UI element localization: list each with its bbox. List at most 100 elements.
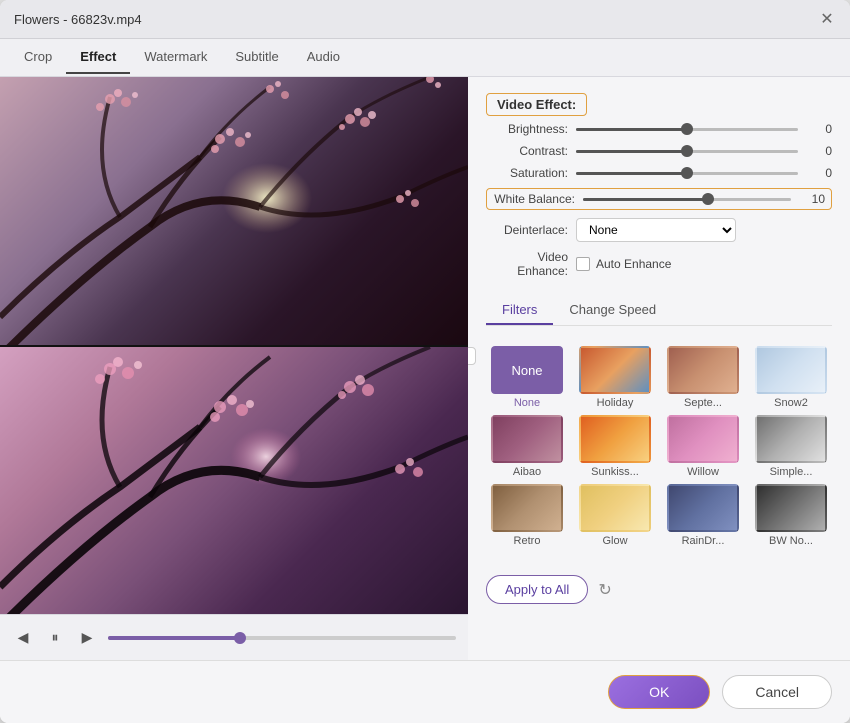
filter-glow-thumb [579,484,651,532]
contrast-label: Contrast: [486,144,576,158]
filter-willow-thumb [667,415,739,463]
filter-bwno[interactable]: BW No... [750,484,832,547]
contrast-slider[interactable] [576,150,798,153]
saturation-label: Saturation: [486,166,576,180]
filter-aibao[interactable]: Aibao [486,415,568,478]
brightness-label: Brightness: [486,122,576,136]
pause-button[interactable]: ⏸ [44,627,66,649]
progress-thumb [234,632,246,644]
enhance-label: Video Enhance: [486,250,576,278]
white-balance-row: White Balance: 10 [486,188,832,210]
white-balance-thumb [702,193,714,205]
filter-raindr-thumb [667,484,739,532]
apply-to-all-button[interactable]: Apply to All [486,575,588,604]
footer-buttons: OK Cancel [0,660,850,723]
contrast-value: 0 [804,144,832,158]
filter-snow2-thumb [755,346,827,394]
contrast-fill [576,150,687,153]
filter-holiday[interactable]: Holiday [574,346,656,409]
brightness-thumb [681,123,693,135]
title-bar: Flowers - 66823v.mp4 ✕ [0,0,850,39]
refresh-icon[interactable]: ↻ [598,580,611,600]
tab-audio[interactable]: Audio [293,41,354,74]
auto-enhance-label: Auto Enhance [596,257,671,271]
deinterlace-row: Deinterlace: None Top Field First Bottom… [486,218,832,242]
saturation-fill [576,172,687,175]
bottom-bar: Apply to All ↻ [486,575,832,604]
filter-retro-label: Retro [514,535,541,547]
white-balance-fill [583,198,708,201]
filter-none[interactable]: None None [486,346,568,409]
filter-simple-label: Simple... [770,466,813,478]
tab-effect[interactable]: Effect [66,41,130,74]
filter-sunkiss-label: Sunkiss... [591,466,639,478]
ok-button[interactable]: OK [608,675,710,709]
saturation-value: 0 [804,166,832,180]
tab-bar: Crop Effect Watermark Subtitle Audio [0,39,850,77]
white-balance-slider[interactable] [583,198,791,201]
filter-retro[interactable]: Retro [486,484,568,547]
filter-raindr-label: RainDr... [682,535,725,547]
filter-bwno-label: BW No... [769,535,813,547]
white-balance-value: 10 [797,192,825,206]
enhance-row: Video Enhance: Auto Enhance [486,250,832,278]
filter-none-thumb: None [491,346,563,394]
white-balance-label: White Balance: [493,192,583,206]
video-effect-label: Video Effect: [486,93,587,116]
prev-button[interactable]: ◀ [12,627,34,649]
video-bottom-bg [0,347,468,615]
video-top-bg [0,77,468,345]
progress-bar[interactable] [108,636,456,640]
filter-aibao-label: Aibao [513,466,541,478]
close-button[interactable]: ✕ [818,10,836,28]
filter-willow-label: Willow [687,466,719,478]
filter-retro-thumb [491,484,563,532]
filter-holiday-thumb [579,346,651,394]
brightness-slider[interactable] [576,128,798,131]
filter-simple[interactable]: Simple... [750,415,832,478]
brightness-fill [576,128,687,131]
filter-septe-label: Septe... [684,397,722,409]
main-window: Flowers - 66823v.mp4 ✕ Crop Effect Water… [0,0,850,723]
filter-glow-label: Glow [602,535,627,547]
tab-change-speed[interactable]: Change Speed [553,296,672,325]
tab-subtitle[interactable]: Subtitle [221,41,292,74]
filter-snow2[interactable]: Snow2 [750,346,832,409]
filter-septe[interactable]: Septe... [662,346,744,409]
filter-sunkiss[interactable]: Sunkiss... [574,415,656,478]
playback-controls: ◀ ⏸ ▶ [0,614,468,660]
tab-crop[interactable]: Crop [10,41,66,74]
tab-filters[interactable]: Filters [486,296,553,325]
window-title: Flowers - 66823v.mp4 [14,12,142,27]
filter-holiday-label: Holiday [597,397,634,409]
brightness-value: 0 [804,122,832,136]
filter-septe-thumb [667,346,739,394]
video-effect-section: Video Effect: Brightness: 0 Contrast: [486,93,832,286]
filter-glow[interactable]: Glow [574,484,656,547]
contrast-thumb [681,145,693,157]
filter-simple-thumb [755,415,827,463]
deinterlace-label: Deinterlace: [486,223,576,237]
auto-enhance-checkbox[interactable] [576,257,590,271]
saturation-row: Saturation: 0 [486,166,832,180]
tab-watermark[interactable]: Watermark [130,41,221,74]
video-top-preview [0,77,468,345]
filter-willow[interactable]: Willow [662,415,744,478]
filter-aibao-thumb [491,415,563,463]
filter-tab-bar: Filters Change Speed [486,296,832,326]
main-content: Output Preview 00:00/00:06 [0,77,850,660]
cancel-button[interactable]: Cancel [722,675,832,709]
filter-raindr[interactable]: RainDr... [662,484,744,547]
next-button[interactable]: ▶ [76,627,98,649]
progress-fill [108,636,240,640]
saturation-slider[interactable] [576,172,798,175]
video-bottom-preview [0,347,468,615]
left-panel: Output Preview 00:00/00:06 [0,77,468,660]
contrast-row: Contrast: 0 [486,144,832,158]
saturation-thumb [681,167,693,179]
brightness-row: Brightness: 0 [486,122,832,136]
filter-none-label: None [514,397,540,409]
deinterlace-select[interactable]: None Top Field First Bottom Field First … [576,218,736,242]
filter-bwno-thumb [755,484,827,532]
filter-snow2-label: Snow2 [774,397,808,409]
